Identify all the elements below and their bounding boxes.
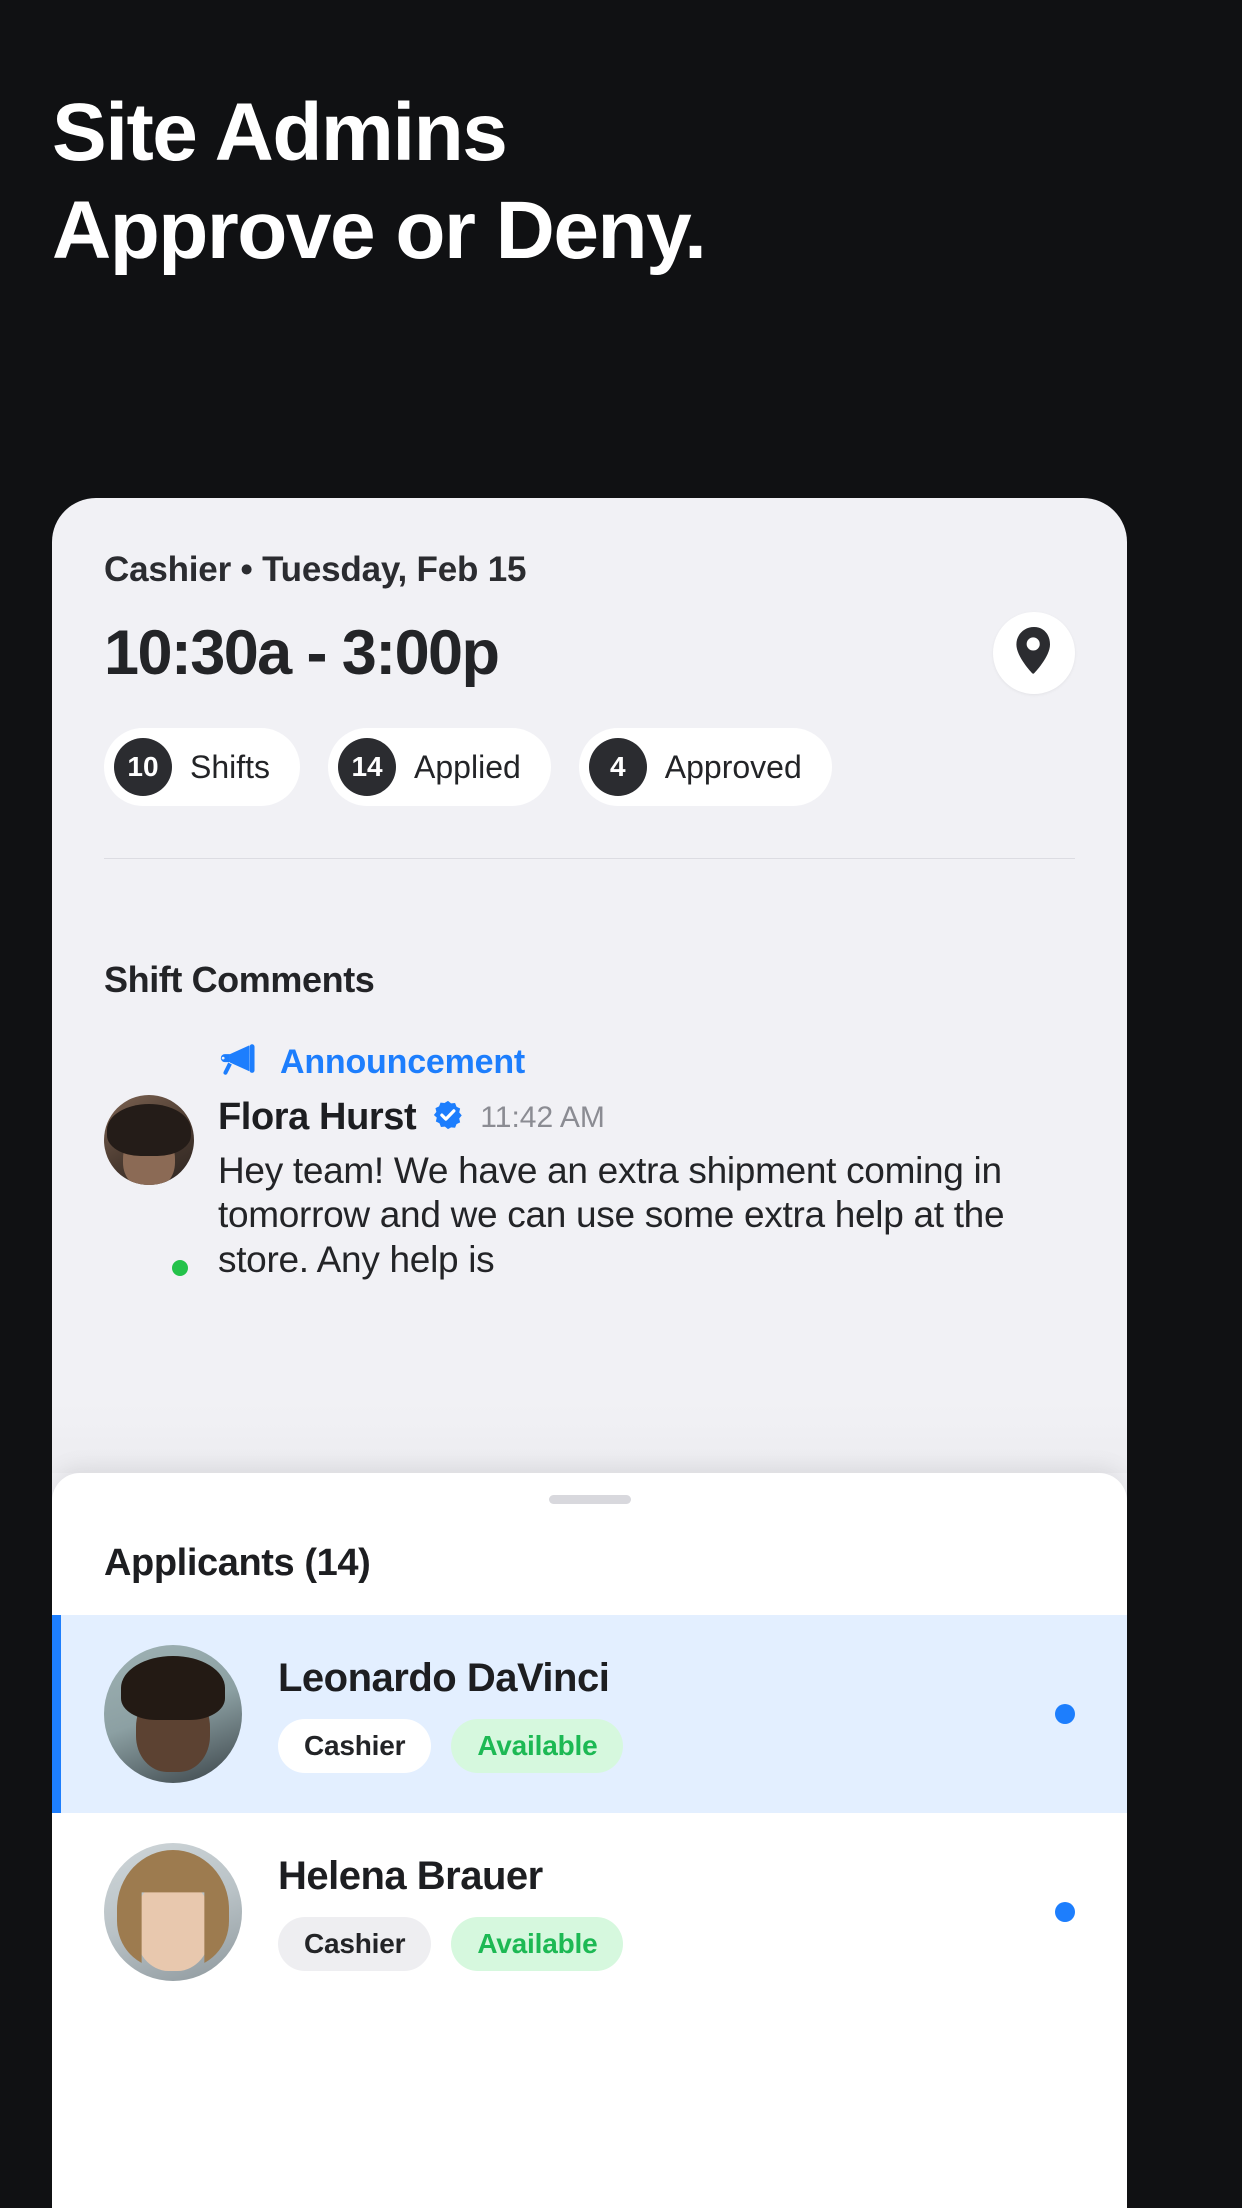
shift-stats: 10 Shifts 14 Applied 4 Approved (104, 728, 1075, 806)
page-title: Site Admins Approve or Deny. (52, 92, 707, 276)
applicants-sheet: Applicants (14) Leonardo DaVinci Cashier… (52, 1473, 1127, 2208)
applicant-name: Leonardo DaVinci (278, 1655, 610, 1700)
role-badge: Cashier (278, 1916, 432, 1971)
shift-meta: Cashier • Tuesday, Feb 15 (104, 550, 527, 589)
applicant-info: Leonardo DaVinci Cashier Available (278, 1656, 1019, 1773)
shift-time-range: 10:30a - 3:00p (104, 617, 500, 688)
stat-label: Applied (414, 748, 521, 785)
comment-body: Announcement Flora Hurst 11:42 AM Hey te… (218, 1043, 1075, 1282)
applicant-tags: Cashier Available (278, 1916, 1019, 1971)
stat-pill-shifts[interactable]: 10 Shifts (104, 728, 301, 806)
applicant-info: Helena Brauer Cashier Available (278, 1854, 1019, 1971)
megaphone-icon (218, 1043, 262, 1082)
announcement-row: Announcement (218, 1043, 1075, 1082)
online-status-dot (168, 1256, 192, 1281)
applicants-title: Applicants (14) (104, 1542, 371, 1584)
stat-count: 10 (114, 738, 172, 796)
comment-fade-overlay (52, 1403, 1127, 1473)
applicant-tags: Cashier Available (278, 1718, 1019, 1773)
comment-text: Hey team! We have an extra shipment comi… (218, 1150, 1005, 1280)
stat-label: Shifts (190, 748, 271, 785)
stat-count: 4 (588, 738, 647, 796)
verified-badge-icon (432, 1099, 464, 1136)
comment-author-row: Flora Hurst 11:42 AM (218, 1096, 1075, 1139)
shift-comments-title: Shift Comments (104, 959, 375, 1000)
role-badge: Cashier (278, 1718, 432, 1773)
applicant-row[interactable]: Helena Brauer Cashier Available (52, 1813, 1127, 2011)
status-badge: Available (451, 1916, 624, 1971)
avatar (104, 1645, 242, 1783)
unread-indicator-dot (1055, 1902, 1075, 1922)
sheet-drag-handle[interactable] (548, 1495, 631, 1504)
stat-pill-approved[interactable]: 4 Approved (578, 728, 832, 806)
unread-indicator-dot (1055, 1704, 1075, 1724)
avatar (104, 1095, 194, 1185)
stat-count: 14 (338, 738, 397, 796)
stat-label: Approved (664, 748, 802, 785)
applicant-name: Helena Brauer (278, 1853, 543, 1898)
comment-author-name: Flora Hurst (218, 1096, 417, 1138)
comment-avatar-wrap (104, 1043, 194, 1282)
avatar (104, 1843, 242, 1981)
headline-line-2: Approve or Deny. (52, 185, 707, 276)
location-button[interactable] (993, 612, 1075, 694)
announcement-label: Announcement (280, 1043, 526, 1081)
status-badge: Available (451, 1718, 624, 1773)
phone-mockup-card: Cashier • Tuesday, Feb 15 10:30a - 3:00p… (52, 498, 1127, 2208)
comment-timestamp: 11:42 AM (480, 1100, 605, 1134)
comment-item: Announcement Flora Hurst 11:42 AM Hey te… (104, 1043, 1075, 1282)
shift-time-row: 10:30a - 3:00p (104, 612, 1075, 694)
headline-line-1: Site Admins (52, 87, 508, 178)
promo-screenshot: Site Admins Approve or Deny. Cashier • T… (0, 0, 1242, 2208)
map-pin-icon (1014, 626, 1054, 680)
applicant-row[interactable]: Leonardo DaVinci Cashier Available (52, 1615, 1127, 1813)
stat-pill-applied[interactable]: 14 Applied (328, 728, 551, 806)
